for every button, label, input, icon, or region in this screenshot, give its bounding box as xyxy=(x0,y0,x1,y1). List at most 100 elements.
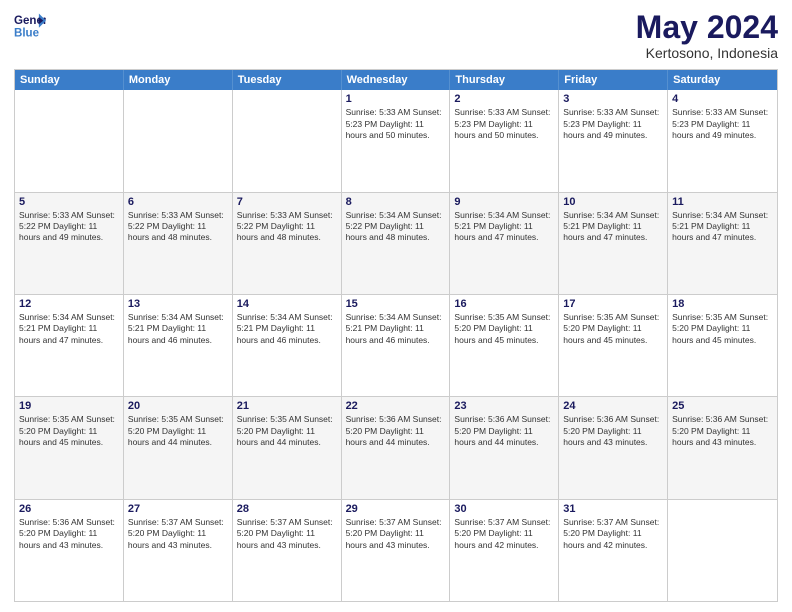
calendar-cell: 14 Sunrise: 5:34 AM Sunset: 5:21 PM Dayli… xyxy=(233,295,342,396)
day-number: 11 xyxy=(672,196,773,208)
day-number: 7 xyxy=(237,196,337,208)
day-info: Sunrise: 5:33 AM Sunset: 5:22 PM Dayligh… xyxy=(19,210,119,244)
day-number: 27 xyxy=(128,503,228,515)
day-number: 17 xyxy=(563,298,663,310)
day-info: Sunrise: 5:34 AM Sunset: 5:21 PM Dayligh… xyxy=(672,210,773,244)
calendar-cell: 10 Sunrise: 5:34 AM Sunset: 5:21 PM Dayli… xyxy=(559,193,668,294)
main-title: May 2024 xyxy=(636,10,778,45)
calendar-cell: 22Sunrise: 5:36 AM Sunset: 5:20 PM Dayli… xyxy=(342,397,451,498)
calendar: SundayMondayTuesdayWednesdayThursdayFrid… xyxy=(14,69,778,602)
calendar-week: 5 Sunrise: 5:33 AM Sunset: 5:22 PM Daylig… xyxy=(15,192,777,294)
calendar-cell: 27 Sunrise: 5:37 AM Sunset: 5:20 PM Dayli… xyxy=(124,500,233,601)
day-info: Sunrise: 5:33 AM Sunset: 5:22 PM Dayligh… xyxy=(128,210,228,244)
day-number: 3 xyxy=(563,93,663,105)
calendar-cell xyxy=(15,90,124,191)
day-info: Sunrise: 5:37 AM Sunset: 5:20 PM Dayligh… xyxy=(237,517,337,551)
logo: General Blue xyxy=(14,10,46,42)
calendar-cell: 25 Sunrise: 5:36 AM Sunset: 5:20 PM Dayli… xyxy=(668,397,777,498)
day-number: 12 xyxy=(19,298,119,310)
day-info: Sunrise: 5:33 AM Sunset: 5:23 PM Dayligh… xyxy=(454,107,554,141)
calendar-cell: 31 Sunrise: 5:37 AM Sunset: 5:20 PM Dayli… xyxy=(559,500,668,601)
calendar-cell xyxy=(124,90,233,191)
day-info: Sunrise: 5:34 AM Sunset: 5:21 PM Dayligh… xyxy=(237,312,337,346)
day-info: Sunrise: 5:34 AM Sunset: 5:21 PM Dayligh… xyxy=(346,312,446,346)
calendar-week: 1 Sunrise: 5:33 AM Sunset: 5:23 PM Daylig… xyxy=(15,90,777,191)
calendar-cell: 21 Sunrise: 5:35 AM Sunset: 5:20 PM Dayli… xyxy=(233,397,342,498)
day-info: Sunrise: 5:34 AM Sunset: 5:21 PM Dayligh… xyxy=(128,312,228,346)
day-info: Sunrise: 5:33 AM Sunset: 5:23 PM Dayligh… xyxy=(346,107,446,141)
calendar-cell xyxy=(668,500,777,601)
day-number: 31 xyxy=(563,503,663,515)
calendar-cell: 24Sunrise: 5:36 AM Sunset: 5:20 PM Dayli… xyxy=(559,397,668,498)
day-info: Sunrise: 5:36 AM Sunset: 5:20 PM Dayligh… xyxy=(454,414,554,448)
calendar-cell: 26 Sunrise: 5:36 AM Sunset: 5:20 PM Dayli… xyxy=(15,500,124,601)
day-info: Sunrise: 5:37 AM Sunset: 5:20 PM Dayligh… xyxy=(563,517,663,551)
day-number: 20 xyxy=(128,400,228,412)
day-info: Sunrise: 5:36 AM Sunset: 5:20 PM Dayligh… xyxy=(563,414,663,448)
day-number: 26 xyxy=(19,503,119,515)
day-info: Sunrise: 5:33 AM Sunset: 5:23 PM Dayligh… xyxy=(563,107,663,141)
day-number: 14 xyxy=(237,298,337,310)
day-number: 4 xyxy=(672,93,773,105)
calendar-cell: 20 Sunrise: 5:35 AM Sunset: 5:20 PM Dayli… xyxy=(124,397,233,498)
calendar-cell: 30 Sunrise: 5:37 AM Sunset: 5:20 PM Dayli… xyxy=(450,500,559,601)
calendar-header-cell: Wednesday xyxy=(342,70,451,90)
day-number: 10 xyxy=(563,196,663,208)
day-info: Sunrise: 5:37 AM Sunset: 5:20 PM Dayligh… xyxy=(128,517,228,551)
day-info: Sunrise: 5:36 AM Sunset: 5:20 PM Dayligh… xyxy=(672,414,773,448)
calendar-cell: 29Sunrise: 5:37 AM Sunset: 5:20 PM Dayli… xyxy=(342,500,451,601)
calendar-cell: 1 Sunrise: 5:33 AM Sunset: 5:23 PM Daylig… xyxy=(342,90,451,191)
calendar-cell: 23 Sunrise: 5:36 AM Sunset: 5:20 PM Dayli… xyxy=(450,397,559,498)
calendar-header: SundayMondayTuesdayWednesdayThursdayFrid… xyxy=(15,70,777,90)
calendar-cell: 15Sunrise: 5:34 AM Sunset: 5:21 PM Dayli… xyxy=(342,295,451,396)
day-number: 6 xyxy=(128,196,228,208)
day-number: 18 xyxy=(672,298,773,310)
page: General Blue May 2024 Kertosono, Indones… xyxy=(0,0,792,612)
day-number: 25 xyxy=(672,400,773,412)
calendar-cell: 3 Sunrise: 5:33 AM Sunset: 5:23 PM Daylig… xyxy=(559,90,668,191)
logo-icon: General Blue xyxy=(14,10,46,42)
day-info: Sunrise: 5:36 AM Sunset: 5:20 PM Dayligh… xyxy=(19,517,119,551)
day-info: Sunrise: 5:34 AM Sunset: 5:21 PM Dayligh… xyxy=(19,312,119,346)
calendar-week: 12 Sunrise: 5:34 AM Sunset: 5:21 PM Dayli… xyxy=(15,294,777,396)
calendar-header-cell: Saturday xyxy=(668,70,777,90)
calendar-week: 19 Sunrise: 5:35 AM Sunset: 5:20 PM Dayli… xyxy=(15,396,777,498)
day-number: 9 xyxy=(454,196,554,208)
header: General Blue May 2024 Kertosono, Indones… xyxy=(14,10,778,61)
calendar-cell: 5 Sunrise: 5:33 AM Sunset: 5:22 PM Daylig… xyxy=(15,193,124,294)
calendar-cell: 28Sunrise: 5:37 AM Sunset: 5:20 PM Dayli… xyxy=(233,500,342,601)
day-info: Sunrise: 5:34 AM Sunset: 5:22 PM Dayligh… xyxy=(346,210,446,244)
day-number: 30 xyxy=(454,503,554,515)
calendar-header-cell: Thursday xyxy=(450,70,559,90)
calendar-cell xyxy=(233,90,342,191)
day-info: Sunrise: 5:37 AM Sunset: 5:20 PM Dayligh… xyxy=(454,517,554,551)
day-number: 5 xyxy=(19,196,119,208)
day-info: Sunrise: 5:37 AM Sunset: 5:20 PM Dayligh… xyxy=(346,517,446,551)
day-number: 16 xyxy=(454,298,554,310)
day-info: Sunrise: 5:35 AM Sunset: 5:20 PM Dayligh… xyxy=(454,312,554,346)
day-info: Sunrise: 5:35 AM Sunset: 5:20 PM Dayligh… xyxy=(237,414,337,448)
day-number: 21 xyxy=(237,400,337,412)
calendar-cell: 16 Sunrise: 5:35 AM Sunset: 5:20 PM Dayli… xyxy=(450,295,559,396)
day-info: Sunrise: 5:35 AM Sunset: 5:20 PM Dayligh… xyxy=(128,414,228,448)
calendar-cell: 11 Sunrise: 5:34 AM Sunset: 5:21 PM Dayli… xyxy=(668,193,777,294)
calendar-cell: 19 Sunrise: 5:35 AM Sunset: 5:20 PM Dayli… xyxy=(15,397,124,498)
calendar-cell: 12 Sunrise: 5:34 AM Sunset: 5:21 PM Dayli… xyxy=(15,295,124,396)
calendar-header-cell: Friday xyxy=(559,70,668,90)
day-number: 23 xyxy=(454,400,554,412)
calendar-cell: 8Sunrise: 5:34 AM Sunset: 5:22 PM Daylig… xyxy=(342,193,451,294)
calendar-cell: 2 Sunrise: 5:33 AM Sunset: 5:23 PM Daylig… xyxy=(450,90,559,191)
calendar-header-cell: Tuesday xyxy=(233,70,342,90)
calendar-body: 1 Sunrise: 5:33 AM Sunset: 5:23 PM Daylig… xyxy=(15,90,777,601)
day-info: Sunrise: 5:34 AM Sunset: 5:21 PM Dayligh… xyxy=(563,210,663,244)
day-info: Sunrise: 5:33 AM Sunset: 5:22 PM Dayligh… xyxy=(237,210,337,244)
day-info: Sunrise: 5:35 AM Sunset: 5:20 PM Dayligh… xyxy=(19,414,119,448)
day-number: 1 xyxy=(346,93,446,105)
day-info: Sunrise: 5:35 AM Sunset: 5:20 PM Dayligh… xyxy=(563,312,663,346)
day-number: 19 xyxy=(19,400,119,412)
day-info: Sunrise: 5:36 AM Sunset: 5:20 PM Dayligh… xyxy=(346,414,446,448)
day-number: 2 xyxy=(454,93,554,105)
title-area: May 2024 Kertosono, Indonesia xyxy=(636,10,778,61)
svg-text:Blue: Blue xyxy=(14,28,40,40)
subtitle: Kertosono, Indonesia xyxy=(636,45,778,61)
